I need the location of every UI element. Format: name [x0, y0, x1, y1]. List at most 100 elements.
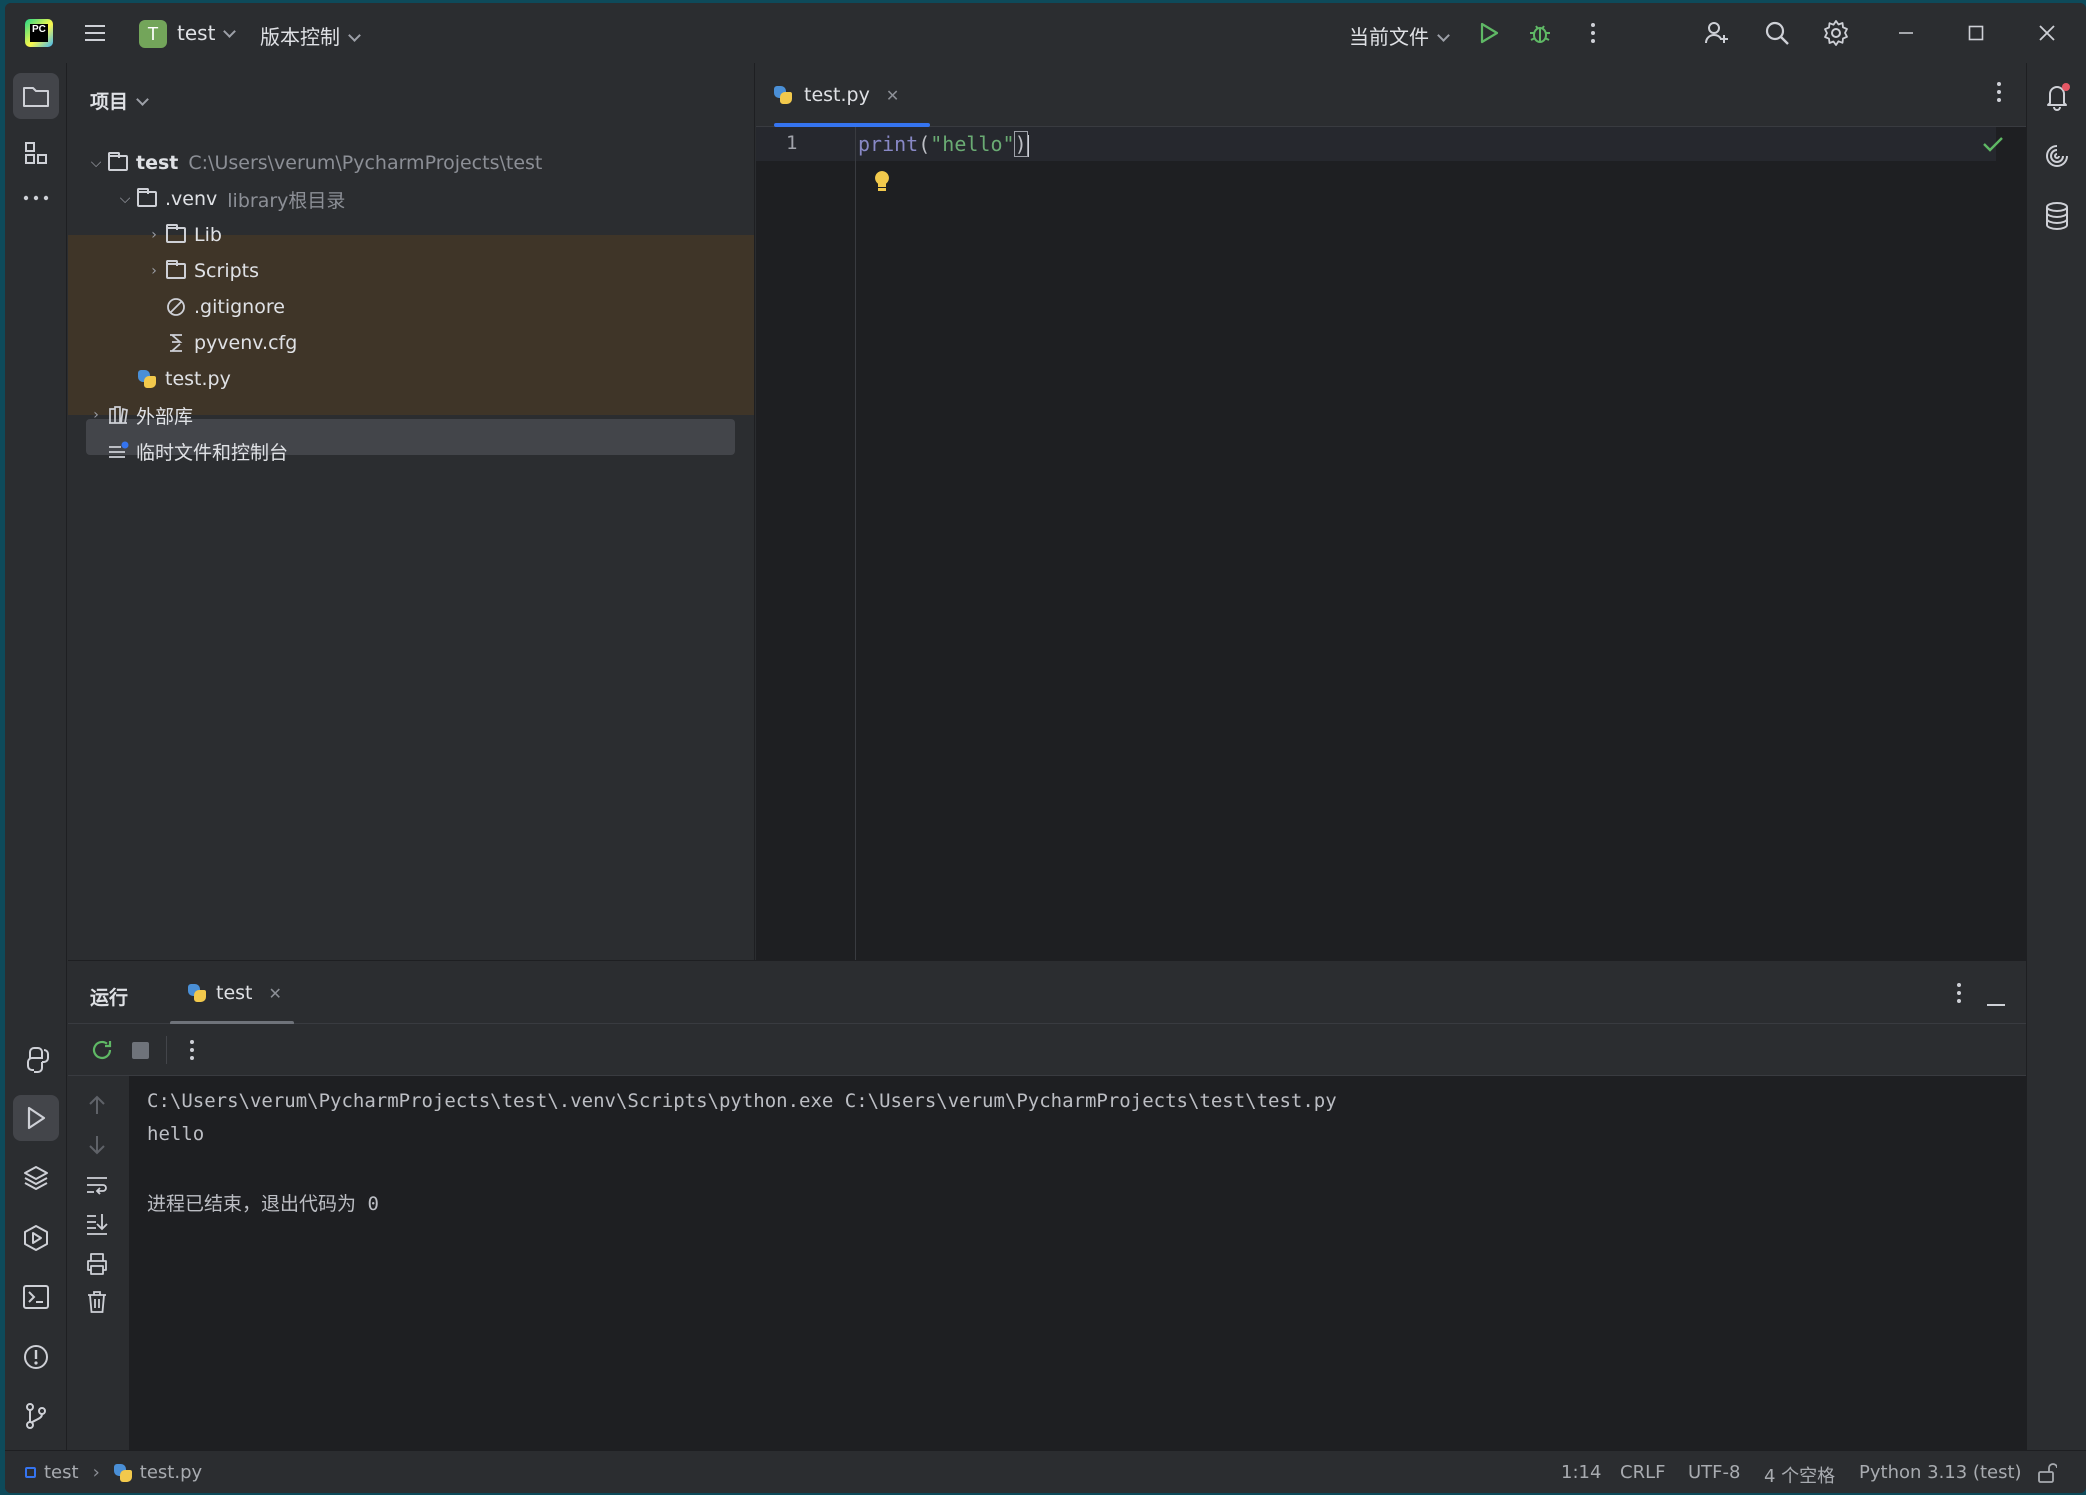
- add-user-icon[interactable]: [1701, 17, 1733, 49]
- tab-options-icon[interactable]: [1996, 81, 2002, 107]
- run-config-selector[interactable]: 当前文件: [1349, 21, 1450, 50]
- right-tool-strip: [2026, 63, 2086, 1450]
- editor-tab-testpy[interactable]: test.py ✕: [774, 63, 930, 127]
- project-panel-title[interactable]: 项目: [90, 87, 149, 114]
- chevron-down-icon: [223, 25, 237, 38]
- minimize-icon[interactable]: [1890, 17, 1922, 49]
- structure-tool-icon[interactable]: [13, 130, 59, 176]
- maximize-icon[interactable]: [1960, 17, 1992, 49]
- console-line-output: hello: [147, 1123, 205, 1145]
- code-editor[interactable]: 1 print("hello"): [756, 127, 2026, 960]
- left-tool-strip: [5, 63, 67, 1450]
- python-file-icon: [113, 1463, 132, 1482]
- tree-node-testpy[interactable]: test.py: [68, 361, 754, 397]
- file-encoding[interactable]: UTF-8: [1688, 1462, 1740, 1483]
- project-tool-icon[interactable]: [13, 73, 59, 119]
- ai-assistant-icon[interactable]: [2034, 133, 2080, 179]
- run-tab-test[interactable]: test ✕: [170, 961, 294, 1025]
- project-badge[interactable]: T: [139, 20, 167, 48]
- close-tab-icon[interactable]: ✕: [269, 984, 282, 1003]
- vcs-label: 版本控制: [260, 25, 340, 49]
- tree-node-scratches[interactable]: 临时文件和控制台: [68, 433, 754, 469]
- run-side-actions: [68, 1076, 129, 1450]
- problems-icon[interactable]: [13, 1334, 59, 1380]
- tree-item-label: Lib: [194, 224, 222, 246]
- scroll-down-icon[interactable]: [87, 1134, 107, 1160]
- no-problems-check-icon[interactable]: [1982, 135, 2004, 157]
- run-tool-icon[interactable]: [13, 1095, 59, 1141]
- tree-node-venv[interactable]: ⌵ .venv library根目录: [68, 181, 754, 217]
- stop-icon[interactable]: [132, 1042, 149, 1059]
- run-config-label: 当前文件: [1349, 25, 1429, 49]
- main-menu-icon[interactable]: [79, 17, 111, 49]
- git-icon[interactable]: [13, 1393, 59, 1439]
- project-panel: 项目 ⌵ test C:\Users\verum\PycharmProjects…: [68, 63, 755, 960]
- scroll-up-icon[interactable]: [87, 1094, 107, 1120]
- trash-icon[interactable]: [86, 1290, 108, 1318]
- project-module-icon: [25, 1467, 36, 1478]
- library-icon: [106, 405, 130, 425]
- python-packages-icon[interactable]: [13, 1155, 59, 1201]
- chevron-right-icon[interactable]: ›: [144, 263, 164, 279]
- tree-node-root[interactable]: ⌵ test C:\Users\verum\PycharmProjects\te…: [68, 145, 754, 181]
- soft-wrap-icon[interactable]: [85, 1174, 109, 1200]
- chevron-down-icon[interactable]: ⌵: [115, 191, 135, 207]
- run-more-icon[interactable]: [189, 1039, 195, 1065]
- read-only-lock-icon[interactable]: [2037, 1462, 2058, 1489]
- tree-node-lib[interactable]: › Lib: [68, 217, 754, 253]
- tree-node-scripts[interactable]: › Scripts: [68, 253, 754, 289]
- run-icon[interactable]: [1473, 17, 1505, 49]
- more-tools-icon[interactable]: [13, 175, 59, 221]
- terminal-icon[interactable]: [13, 1274, 59, 1320]
- breadcrumb-project[interactable]: test: [44, 1462, 79, 1483]
- root-path: C:\Users\verum\PycharmProjects\test: [188, 152, 543, 174]
- console-line-exit: 进程已结束，退出代码为 0: [147, 1193, 379, 1215]
- venv-note: library根目录: [227, 189, 346, 212]
- line-ending[interactable]: CRLF: [1620, 1462, 1665, 1483]
- run-tab-label: test: [216, 982, 253, 1004]
- folder-icon: [135, 188, 159, 209]
- hide-panel-icon[interactable]: [1986, 992, 2006, 1011]
- chevron-right-icon[interactable]: ›: [144, 227, 164, 243]
- scroll-to-end-icon[interactable]: [85, 1212, 109, 1240]
- debug-icon[interactable]: [1524, 17, 1556, 49]
- indent-setting[interactable]: 4 个空格: [1764, 1462, 1835, 1488]
- close-window-icon[interactable]: [2031, 17, 2063, 49]
- code-builtin-print: print: [858, 132, 919, 156]
- run-panel-header: 运行 test ✕: [68, 960, 2026, 1025]
- chevron-down-icon: [348, 29, 361, 42]
- chevron-down-icon: [136, 93, 149, 106]
- close-tab-icon[interactable]: ✕: [886, 86, 899, 105]
- project-switcher[interactable]: test: [177, 21, 237, 45]
- breadcrumb: test › test.py: [25, 1462, 202, 1483]
- lightbulb-icon[interactable]: [873, 169, 891, 197]
- more-actions-icon[interactable]: [1577, 17, 1609, 49]
- run-panel-options-icon[interactable]: [1956, 982, 1962, 1008]
- text-cursor: [1026, 134, 1029, 157]
- code-line-1[interactable]: print("hello"): [858, 131, 1029, 157]
- config-file-icon: [164, 333, 188, 353]
- database-icon[interactable]: [2034, 193, 2080, 239]
- gear-icon[interactable]: [1820, 17, 1852, 49]
- tree-node-gitignore[interactable]: .gitignore: [68, 289, 754, 325]
- python-console-icon[interactable]: [13, 1037, 59, 1083]
- python-interpreter[interactable]: Python 3.13 (test): [1859, 1462, 2022, 1483]
- search-icon[interactable]: [1761, 17, 1793, 49]
- chevron-down-icon[interactable]: ⌵: [86, 155, 106, 171]
- breadcrumb-separator-icon: ›: [92, 1462, 100, 1483]
- print-icon[interactable]: [85, 1252, 109, 1280]
- chevron-right-icon[interactable]: ›: [86, 407, 106, 423]
- tree-node-external-libs[interactable]: › 外部库: [68, 397, 754, 433]
- caret-position[interactable]: 1:14: [1561, 1462, 1601, 1483]
- tree-node-pyvenv[interactable]: pyvenv.cfg: [68, 325, 754, 361]
- vcs-menu[interactable]: 版本控制: [260, 21, 361, 50]
- rerun-icon[interactable]: [90, 1038, 114, 1066]
- services-icon[interactable]: [13, 1215, 59, 1261]
- tree-item-label: 临时文件和控制台: [136, 441, 289, 464]
- run-console[interactable]: C:\Users\verum\PycharmProjects\test\.ven…: [129, 1076, 2026, 1450]
- title-bar: PC T test 版本控制 当前文件: [5, 3, 2086, 63]
- venv-name: .venv: [165, 188, 218, 210]
- tree-item-label: 外部库: [136, 405, 194, 428]
- notifications-icon[interactable]: [2034, 73, 2080, 119]
- breadcrumb-file[interactable]: test.py: [140, 1462, 202, 1483]
